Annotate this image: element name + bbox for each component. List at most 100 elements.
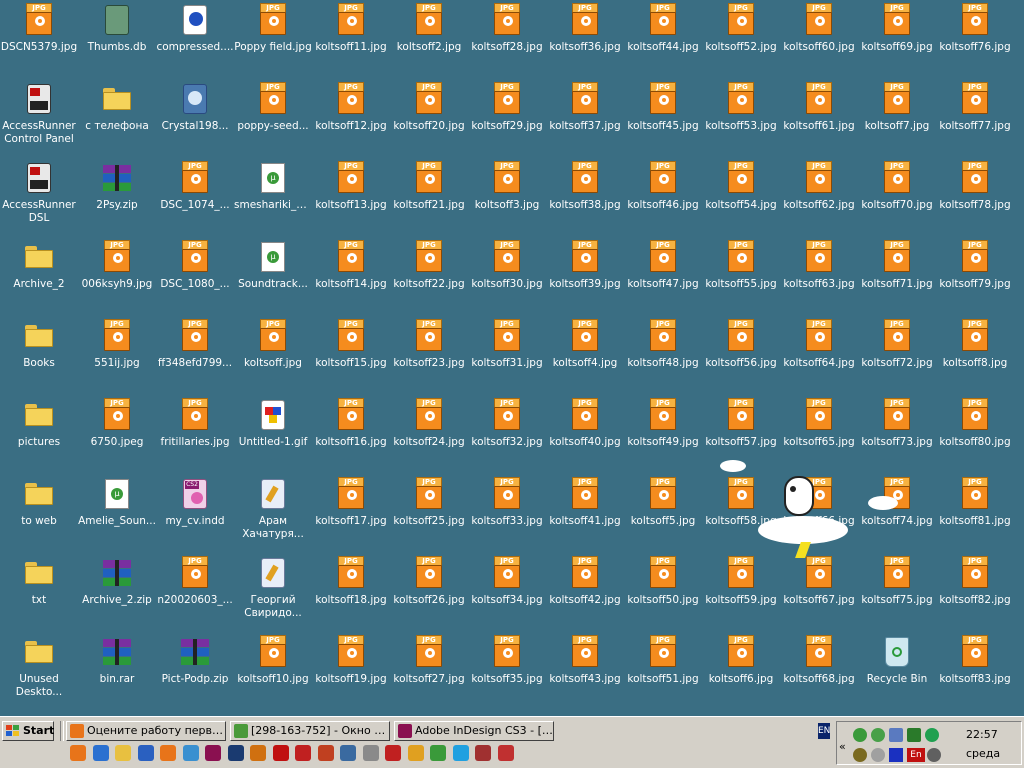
desktop-icon[interactable]: JPG 551ij.jpg xyxy=(78,319,156,398)
desktop-icon[interactable]: с телефона xyxy=(78,82,156,161)
desktop-icon[interactable]: JPG koltsoff5.jpg xyxy=(624,477,702,556)
desktop-icon[interactable]: µ Amelie_Soun... xyxy=(78,477,156,556)
quicklaunch-folder-icon[interactable] xyxy=(115,745,131,761)
quicklaunch-flash-icon[interactable] xyxy=(295,745,311,761)
quicklaunch-photoshop-icon[interactable] xyxy=(227,745,244,761)
desktop-icon[interactable]: JPG koltsoff13.jpg xyxy=(312,161,390,240)
taskbar-window-button[interactable]: Adobe InDesign CS3 - [k... xyxy=(394,721,554,741)
clock-time[interactable]: 22:57 xyxy=(966,728,998,741)
desktop-icon[interactable]: JPG koltsoff77.jpg xyxy=(936,82,1014,161)
torrent-tray-icon[interactable] xyxy=(871,728,885,742)
desktop-icon[interactable]: Archive_2.zip xyxy=(78,556,156,635)
desktop-icon[interactable]: JPG koltsoff79.jpg xyxy=(936,240,1014,319)
quicklaunch-acrobat-icon[interactable] xyxy=(272,745,289,761)
desktop-icon[interactable]: JPG n20020603_... xyxy=(156,556,234,635)
quicklaunch-firefox-icon[interactable] xyxy=(160,745,176,761)
volume-tray-icon[interactable] xyxy=(871,748,885,762)
desktop-icon[interactable]: JPG koltsoff28.jpg xyxy=(468,3,546,82)
keyboard-layout-indicator[interactable]: En xyxy=(907,748,925,762)
quicklaunch-pencil-icon[interactable] xyxy=(407,745,424,761)
desktop-icon[interactable]: Thumbs.db xyxy=(78,3,156,82)
desktop-icon[interactable]: JPG koltsoff75.jpg xyxy=(858,556,936,635)
desktop-icon[interactable]: to web xyxy=(0,477,78,556)
desktop-icon[interactable]: JPG koltsoff48.jpg xyxy=(624,319,702,398)
quicklaunch-media-player-icon[interactable] xyxy=(137,745,154,761)
desktop-icon[interactable]: JPG koltsoff12.jpg xyxy=(312,82,390,161)
desktop-icon[interactable]: JPG koltsoff32.jpg xyxy=(468,398,546,477)
desktop-icon[interactable]: JPG koltsoff35.jpg xyxy=(468,635,546,714)
quicklaunch-illustrator-icon[interactable] xyxy=(250,745,266,761)
desktop-icon[interactable]: JPG koltsoff54.jpg xyxy=(702,161,780,240)
desktop-icon[interactable]: Георгий Свиридо... xyxy=(234,556,312,635)
desktop-icon[interactable]: JPG koltsoff7.jpg xyxy=(858,82,936,161)
quicklaunch-skype-icon[interactable] xyxy=(452,745,469,761)
quicklaunch-ie-icon[interactable] xyxy=(92,745,109,761)
desktop-icon[interactable]: JPG koltsoff10.jpg xyxy=(234,635,312,714)
desktop-icon[interactable]: JPG 6750.jpeg xyxy=(78,398,156,477)
desktop-icon[interactable]: µ Soundtrack... xyxy=(234,240,312,319)
taskbar-window-button[interactable]: [298-163-752] - Окно со... xyxy=(230,721,390,741)
quicklaunch-bug-icon[interactable] xyxy=(385,745,401,761)
desktop-icon[interactable]: Арам Хачатуря... xyxy=(234,477,312,556)
desktop-icon[interactable]: JPG koltsoff74.jpg xyxy=(858,477,936,556)
desktop-icon[interactable]: Archive_2 xyxy=(0,240,78,319)
desktop-icon[interactable]: JPG koltsoff11.jpg xyxy=(312,3,390,82)
desktop-icon[interactable]: bin.rar xyxy=(78,635,156,714)
display-tray-icon[interactable] xyxy=(927,748,941,762)
desktop-icon[interactable]: JPG koltsoff16.jpg xyxy=(312,398,390,477)
desktop-icon[interactable]: JPG koltsoff78.jpg xyxy=(936,161,1014,240)
desktop-icon[interactable]: JPG koltsoff.jpg xyxy=(234,319,312,398)
desktop-icon[interactable]: JPG koltsoff8.jpg xyxy=(936,319,1014,398)
desktop-icon[interactable]: Books xyxy=(0,319,78,398)
desktop-icon[interactable]: JPG poppy-seed... xyxy=(234,82,312,161)
desktop-icon[interactable]: JPG koltsoff76.jpg xyxy=(936,3,1014,82)
desktop-icon[interactable]: JPG DSCN5379.jpg xyxy=(0,3,78,82)
desktop-icon[interactable]: JPG fritillaries.jpg xyxy=(156,398,234,477)
desktop-icon[interactable]: JPG koltsoff3.jpg xyxy=(468,161,546,240)
desktop-icon[interactable]: JPG koltsoff39.jpg xyxy=(546,240,624,319)
desktop-icon[interactable]: JPG koltsoff63.jpg xyxy=(780,240,858,319)
desktop-icon[interactable]: JPG koltsoff45.jpg xyxy=(624,82,702,161)
desktop-icon[interactable]: JPG koltsoff15.jpg xyxy=(312,319,390,398)
desktop-icon[interactable]: JPG DSC_1080_... xyxy=(156,240,234,319)
desktop-icon[interactable]: JPG koltsoff73.jpg xyxy=(858,398,936,477)
dsl-tray-icon[interactable] xyxy=(907,728,921,742)
desktop-icon[interactable]: JPG koltsoff17.jpg xyxy=(312,477,390,556)
desktop-icon[interactable]: JPG koltsoff44.jpg xyxy=(624,3,702,82)
desktop-icon[interactable]: JPG koltsoff55.jpg xyxy=(702,240,780,319)
desktop-icon[interactable]: JPG ff348efd799... xyxy=(156,319,234,398)
desktop-icon[interactable]: JPG koltsoff20.jpg xyxy=(390,82,468,161)
taskbar-window-button[interactable]: Оцените работу перво... xyxy=(66,721,226,741)
desktop-icon[interactable]: JPG koltsoff29.jpg xyxy=(468,82,546,161)
desktop-icon[interactable]: JPG koltsoff2.jpg xyxy=(390,3,468,82)
desktop-icon[interactable]: JPG koltsoff23.jpg xyxy=(390,319,468,398)
desktop-icon[interactable]: JPG koltsoff71.jpg xyxy=(858,240,936,319)
desktop-icon[interactable]: JPG koltsoff41.jpg xyxy=(546,477,624,556)
desktop-icon[interactable]: JPG koltsoff81.jpg xyxy=(936,477,1014,556)
desktop-icon[interactable]: JPG koltsoff42.jpg xyxy=(546,556,624,635)
desktop-icon[interactable]: JPG koltsoff38.jpg xyxy=(546,161,624,240)
desktop-icon[interactable]: JPG DSC_1074_... xyxy=(156,161,234,240)
desktop-icon[interactable]: JPG koltsoff83.jpg xyxy=(936,635,1014,714)
desktop-icon[interactable]: AccessRunner DSL xyxy=(0,161,78,240)
network-tray-icon[interactable] xyxy=(889,728,903,742)
desktop-icon[interactable]: JPG koltsoff6.jpg xyxy=(702,635,780,714)
desktop-icon[interactable]: JPG koltsoff31.jpg xyxy=(468,319,546,398)
desktop-icon[interactable]: JPG koltsoff19.jpg xyxy=(312,635,390,714)
desktop-icon[interactable]: JPG koltsoff46.jpg xyxy=(624,161,702,240)
desktop-icon[interactable]: JPG koltsoff49.jpg xyxy=(624,398,702,477)
desktop-icon[interactable]: JPG koltsoff37.jpg xyxy=(546,82,624,161)
desktop-icon[interactable]: JPG koltsoff68.jpg xyxy=(780,635,858,714)
desktop-icon[interactable]: JPG koltsoff64.jpg xyxy=(780,319,858,398)
desktop-icon[interactable]: Recycle Bin xyxy=(858,635,936,714)
desktop-icon[interactable]: JPG koltsoff60.jpg xyxy=(780,3,858,82)
desktop-icon[interactable]: JPG koltsoff30.jpg xyxy=(468,240,546,319)
desktop-icon[interactable]: JPG koltsoff36.jpg xyxy=(546,3,624,82)
desktop-icon[interactable]: JPG koltsoff56.jpg xyxy=(702,319,780,398)
desktop-icon[interactable]: JPG koltsoff22.jpg xyxy=(390,240,468,319)
quicklaunch-house-icon[interactable] xyxy=(317,745,334,761)
desktop-icon[interactable]: JPG koltsoff27.jpg xyxy=(390,635,468,714)
desktop-icon[interactable]: JPG koltsoff80.jpg xyxy=(936,398,1014,477)
desktop-icon[interactable]: pictures xyxy=(0,398,78,477)
quicklaunch-torrent-icon[interactable] xyxy=(430,745,446,761)
